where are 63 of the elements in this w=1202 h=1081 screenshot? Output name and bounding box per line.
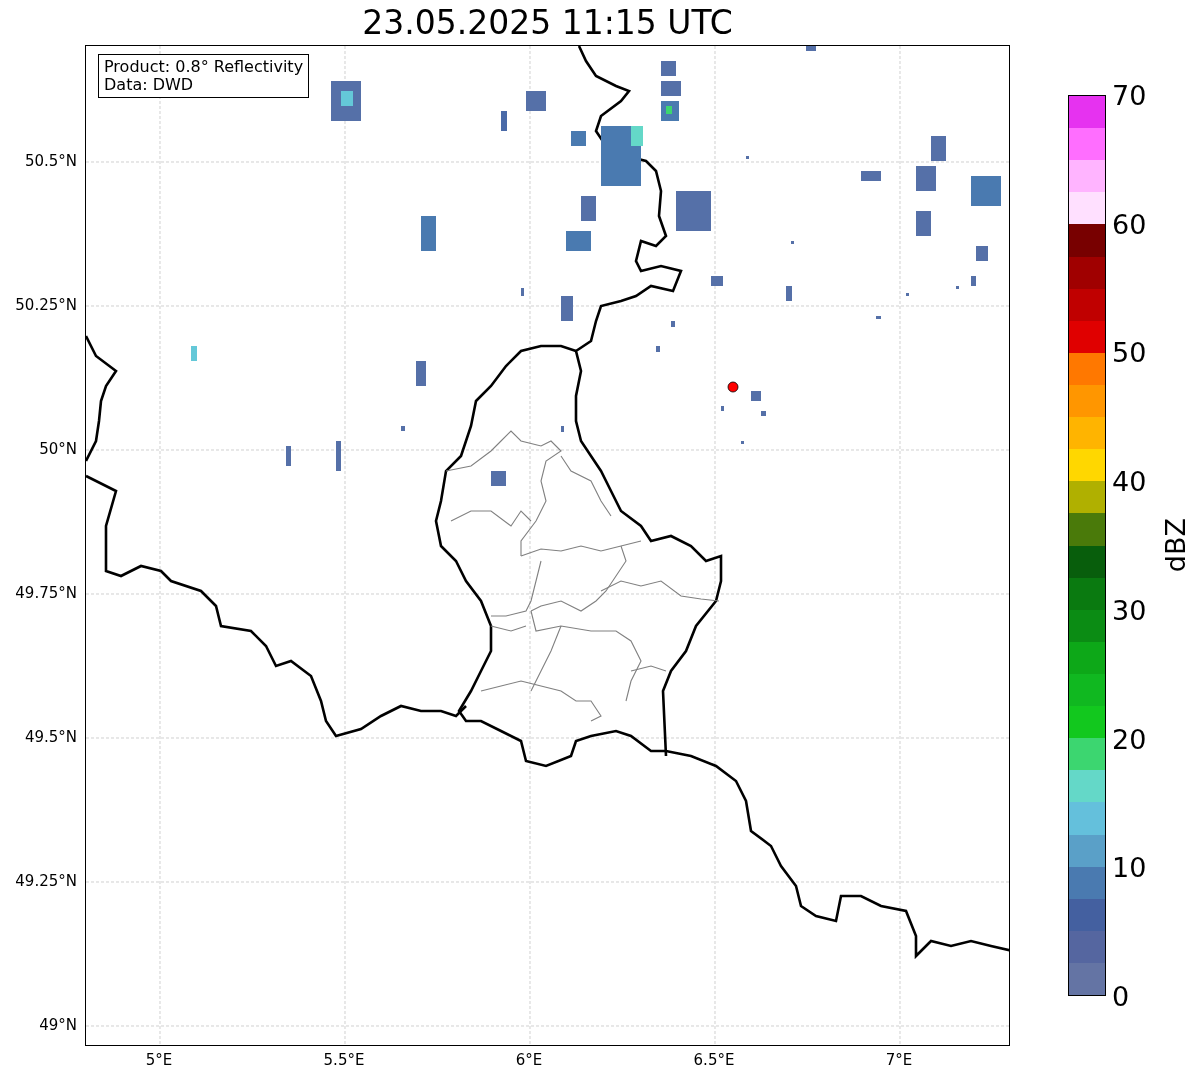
- colorbar-tick-label: 30: [1112, 594, 1147, 626]
- radar-echo: [711, 276, 723, 286]
- axis-tick-label: 50.25°N: [15, 296, 77, 314]
- radar-echo: [661, 81, 681, 96]
- colorbar-tick-label: 40: [1112, 465, 1147, 497]
- radar-echo: [581, 196, 596, 221]
- radar-echo: [916, 166, 936, 191]
- radar-echo: [916, 211, 931, 236]
- radar-echo: [191, 346, 197, 361]
- axis-tick-label: 7°E: [885, 1051, 913, 1069]
- radar-echo: [786, 286, 792, 301]
- axis-tick-label: 49.75°N: [15, 584, 77, 602]
- radar-echo: [571, 131, 586, 146]
- radar-echo: [931, 136, 946, 161]
- colorbar-tick-label: 10: [1112, 851, 1147, 883]
- colorbar-tick-label: 70: [1112, 79, 1147, 111]
- axis-tick-label: 5°E: [145, 1051, 173, 1069]
- radar-echo: [806, 46, 816, 51]
- radar-echo: [661, 61, 676, 76]
- axis-tick-label: 6.5°E: [693, 1051, 735, 1069]
- colorbar-label: dBZ: [1160, 518, 1191, 573]
- colorbar-tick-label: 60: [1112, 208, 1147, 240]
- radar-echo: [416, 361, 426, 386]
- axis-tick-label: 49.25°N: [15, 872, 77, 890]
- radar-echo: [561, 296, 573, 321]
- chart-title: 23.05.2025 11:15 UTC: [361, 2, 734, 44]
- axis-tick-label: 5.5°E: [323, 1051, 365, 1069]
- axis-tick-label: 49°N: [39, 1016, 77, 1034]
- axis-tick-label: 49.5°N: [24, 728, 77, 746]
- radar-echo: [971, 276, 976, 286]
- radar-echo: [671, 321, 675, 327]
- radar-echo: [491, 471, 506, 486]
- radar-echo: [676, 191, 711, 231]
- radar-echo: [971, 176, 1001, 206]
- radar-echo: [761, 411, 766, 416]
- info-text: Product: 0.8° Reflectivity: [104, 58, 304, 76]
- radar-echo: [876, 316, 881, 319]
- radar-echo: [421, 216, 436, 251]
- radar-echo: [956, 286, 959, 289]
- radar-echo: [521, 288, 524, 296]
- radar-echo: [501, 111, 507, 131]
- radar-echo: [286, 446, 291, 466]
- info-text: Data: DWD: [104, 76, 195, 94]
- radar-echo: [861, 171, 881, 181]
- radar-echo: [561, 426, 564, 432]
- colorbar-tick-label: 20: [1112, 723, 1147, 755]
- radar-echo: [906, 293, 909, 296]
- radar-echo: [976, 246, 988, 261]
- radar-echo: [401, 426, 405, 431]
- axis-tick-label: 50.5°N: [24, 152, 77, 170]
- colorbar-tick-label: 50: [1112, 336, 1147, 368]
- radar-echo: [791, 241, 794, 244]
- radar-echo: [746, 156, 749, 159]
- radar-echo: [566, 231, 591, 251]
- radar-echo: [656, 346, 660, 352]
- colorbar-tick-label: 0: [1112, 980, 1130, 1012]
- radar-echo: [526, 91, 546, 111]
- radar-echo: [741, 441, 744, 444]
- axis-tick-label: 6°E: [515, 1051, 543, 1069]
- radar-site-marker: [727, 381, 739, 393]
- axis-tick-label: 50°N: [39, 440, 77, 458]
- radar-echo: [336, 441, 341, 471]
- radar-echo: [721, 406, 724, 411]
